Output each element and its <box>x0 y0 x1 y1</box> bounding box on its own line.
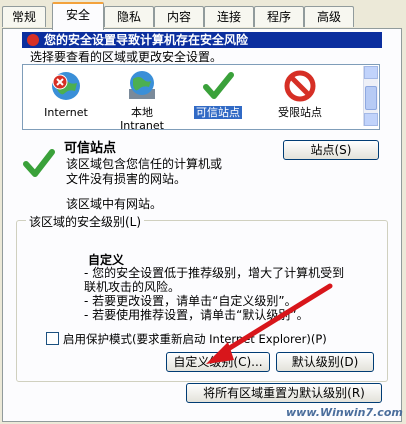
default-level-button[interactable]: 默认级别(D) <box>276 352 374 372</box>
zone-label: 受限站点 <box>278 106 322 119</box>
protected-mode-checkbox[interactable]: 启用保护模式(要求重新启动 Internet Explorer)(P) <box>46 331 327 347</box>
tab-connections[interactable]: 连接 <box>204 6 254 27</box>
tab-security[interactable]: 安全 <box>52 2 104 30</box>
checkbox-box[interactable] <box>46 332 59 345</box>
banner-text: 您的安全设置导致计算机存在安全风险 <box>44 33 249 47</box>
checkmark-icon <box>201 69 235 103</box>
security-level-description: - 您的安全设置低于推荐级别，增大了计算机受到 联机攻击的风险。 - 若要更改设… <box>84 266 345 322</box>
tab-general[interactable]: 常规 <box>2 6 46 27</box>
zone-restricted-sites[interactable]: 受限站点 <box>261 69 339 119</box>
sites-button[interactable]: 站点(S) <box>283 140 379 160</box>
watermark: www.Winwin7.com <box>286 406 403 419</box>
restricted-icon <box>283 69 317 103</box>
security-level-label: 该区域的安全级别(L) <box>26 213 145 230</box>
tab-programs[interactable]: 程序 <box>254 6 304 27</box>
scroll-up-button[interactable] <box>364 66 378 79</box>
zone-trusted-sites[interactable]: 可信站点 <box>179 69 257 119</box>
zone-title: 可信站点 <box>64 141 117 156</box>
scroll-thumb[interactable] <box>365 86 377 110</box>
zone-label: 本地 Intranet <box>120 106 164 132</box>
shield-warning-icon <box>27 34 39 46</box>
intranet-globe-icon <box>125 69 159 103</box>
zone-sites-note: 该区域中有网站。 <box>66 197 163 211</box>
tab-content[interactable]: 内容 <box>154 6 204 27</box>
zone-hint: 选择要查看的区域或更改安全设置。 <box>30 50 223 64</box>
tab-privacy[interactable]: 隐私 <box>104 6 154 27</box>
large-checkmark-icon <box>22 146 56 183</box>
zone-list: Internet 本地 Intranet 可信站点 受限站点 <box>22 64 380 132</box>
reset-all-zones-button[interactable]: 将所有区域重置为默认级别(R) <box>186 383 382 403</box>
tab-advanced[interactable]: 高级 <box>304 6 354 27</box>
zone-description: 该区域包含您信任的计算机或 文件没有损害的网站。 <box>66 157 223 186</box>
zone-internet[interactable]: Internet <box>27 69 105 119</box>
scroll-down-button[interactable] <box>364 113 378 126</box>
zone-label: Internet <box>44 106 88 119</box>
security-warning-banner[interactable]: 您的安全设置导致计算机存在安全风险 <box>22 32 382 48</box>
zone-list-scrollbar[interactable] <box>363 66 378 126</box>
custom-level-button[interactable]: 自定义级别(C)... <box>166 352 270 372</box>
globe-warning-icon <box>49 69 83 103</box>
tab-strip: 常规 安全 隐私 内容 连接 程序 高级 <box>0 0 406 30</box>
zone-label: 可信站点 <box>194 106 242 119</box>
protected-mode-label: 启用保护模式(要求重新启动 Internet Explorer)(P) <box>63 332 327 346</box>
zone-local-intranet[interactable]: 本地 Intranet <box>103 69 181 132</box>
